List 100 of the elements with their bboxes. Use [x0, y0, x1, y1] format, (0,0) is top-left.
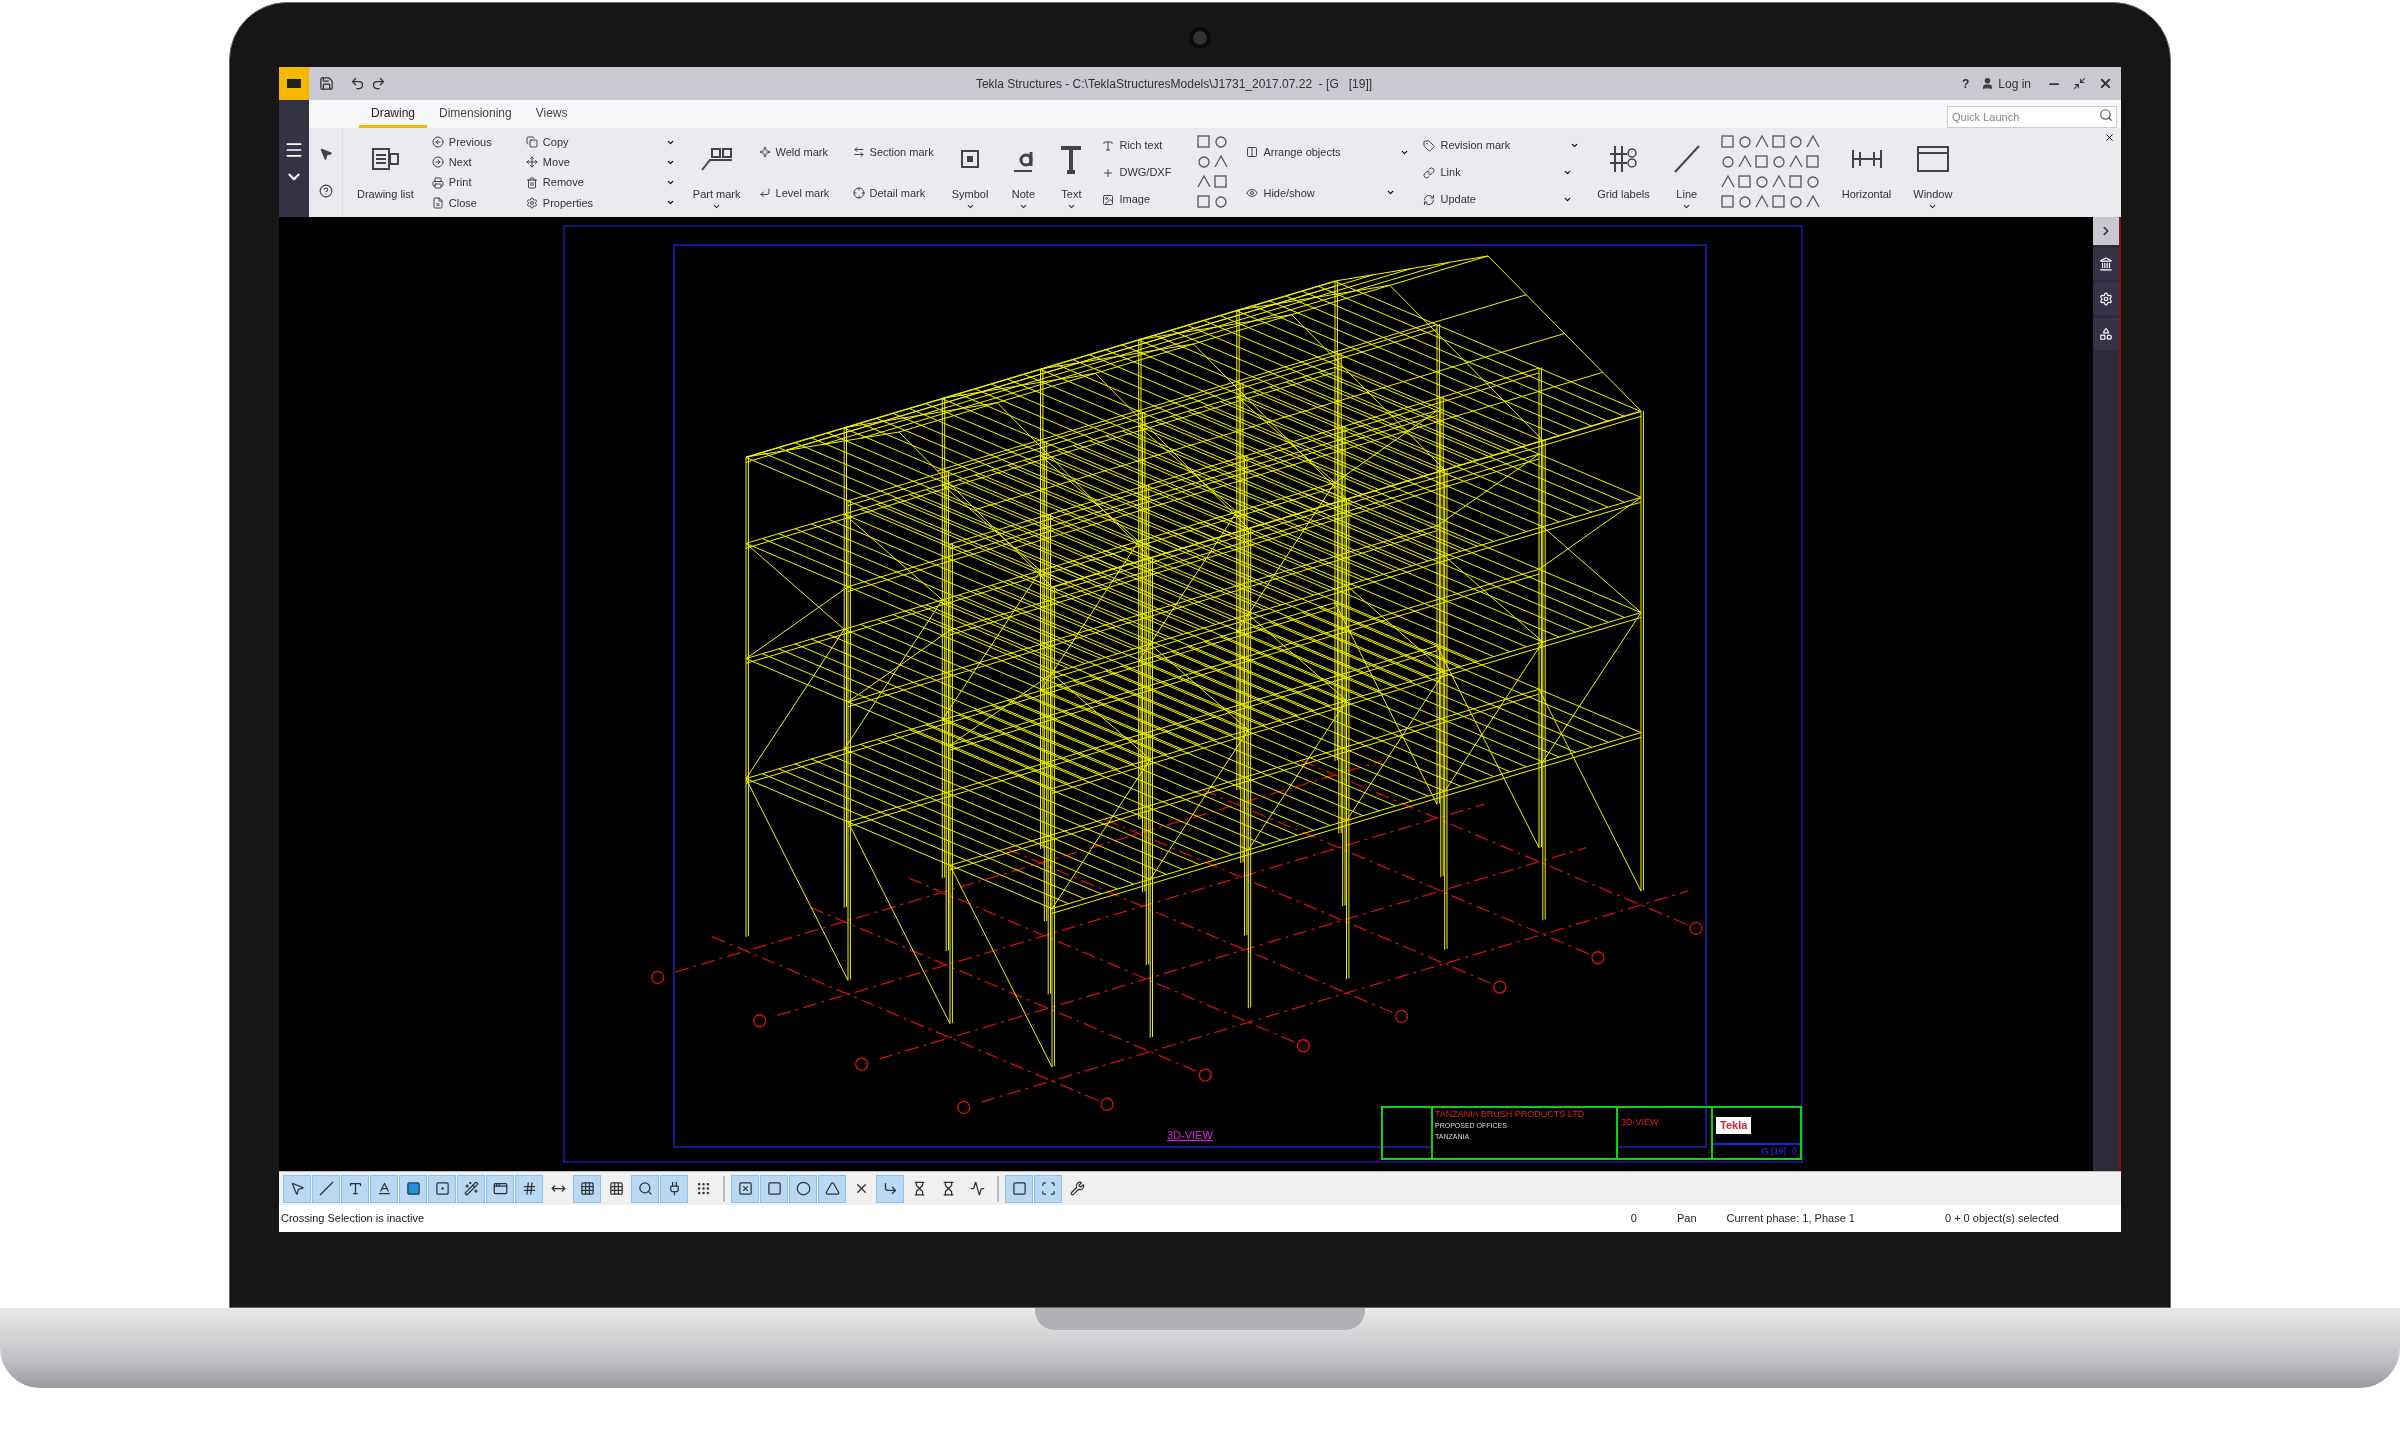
toolbar-button[interactable] — [486, 1174, 514, 1203]
help-icon[interactable] — [318, 183, 333, 198]
ribbon-button[interactable]: Note — [1006, 132, 1041, 213]
menu-icon[interactable] — [284, 140, 304, 160]
toolbar-button[interactable] — [573, 1174, 601, 1203]
toolbar-button[interactable] — [818, 1174, 846, 1203]
refresh-icon — [1423, 193, 1436, 206]
ribbon-item[interactable]: Detail mark — [852, 184, 933, 201]
ribbon-button[interactable]: Grid labels — [1593, 132, 1654, 213]
underline-icon — [376, 1181, 392, 1196]
panel-button[interactable] — [2093, 318, 2119, 350]
caret-icon[interactable] — [1570, 141, 1580, 150]
ribbon-item[interactable]: DWG/DXF — [1102, 164, 1183, 181]
previous-icon — [431, 136, 444, 149]
crossed-box-icon — [737, 1181, 753, 1196]
panel-button[interactable] — [2093, 248, 2119, 280]
ribbon-item[interactable]: Revision mark — [1423, 137, 1511, 154]
level-icon — [758, 186, 771, 199]
ribbon-item[interactable]: Print — [431, 174, 512, 191]
toolbar-button[interactable] — [283, 1174, 311, 1203]
ribbon-item[interactable]: Close — [431, 194, 512, 212]
save-icon[interactable] — [319, 76, 334, 91]
quick-launch-field[interactable]: Quick Launch — [1947, 106, 2117, 128]
toolbar-button[interactable] — [457, 1174, 485, 1203]
pointer-icon[interactable] — [318, 147, 333, 162]
status-message: Crossing Selection is inactive — [281, 1211, 425, 1227]
columns-icon — [1246, 146, 1259, 159]
tool-icon — [1069, 1181, 1085, 1196]
toolbar-button[interactable] — [660, 1174, 688, 1203]
toolbar-button[interactable] — [341, 1174, 369, 1203]
ribbon-item[interactable]: Move — [525, 154, 606, 171]
pointer-icon — [289, 1181, 305, 1196]
shapes-icon — [2099, 327, 2113, 341]
plus-icon — [1102, 166, 1115, 179]
ribbon-item[interactable]: Link — [1423, 164, 1504, 181]
help-button[interactable]: ? — [1961, 74, 1970, 93]
app-logo-icon[interactable] — [279, 67, 309, 100]
triangle-icon — [824, 1181, 840, 1196]
ribbon-button[interactable]: Symbol — [947, 132, 993, 213]
ribbon-tab[interactable]: Views — [523, 104, 580, 128]
wand-icon — [463, 1181, 479, 1196]
tag-icon — [1423, 139, 1436, 152]
toolbar-button[interactable] — [760, 1174, 788, 1203]
ribbon-button[interactable]: Part mark — [688, 132, 745, 213]
image-icon — [1102, 193, 1115, 206]
move-icon — [525, 156, 538, 169]
part-mark-icon — [699, 145, 734, 172]
caret-icon[interactable] — [1563, 195, 1573, 204]
status-mode: Pan — [1676, 1211, 1697, 1227]
ribbon-item[interactable]: Remove — [525, 174, 606, 191]
section-icon — [852, 146, 865, 159]
sheet-number: G [19] — [1761, 1144, 1786, 1158]
toolbar-button[interactable] — [631, 1174, 659, 1203]
ribbon-item[interactable]: Copy — [525, 133, 606, 151]
ribbon-item[interactable]: Weld mark — [758, 144, 839, 161]
ribbon-button[interactable]: Drawing list — [353, 132, 418, 213]
ribbon-item[interactable]: Update — [1423, 191, 1504, 208]
text-icon — [347, 1181, 363, 1196]
ribbon-item[interactable]: Level mark — [758, 184, 839, 201]
circle-icon — [795, 1181, 811, 1196]
toolbar-button[interactable] — [876, 1174, 904, 1203]
ribbon-button[interactable]: Horizontal — [1837, 132, 1896, 213]
ribbon-item[interactable]: Rich text — [1102, 137, 1183, 154]
ribbon-button[interactable]: Text — [1054, 132, 1089, 213]
toolbar-button[interactable] — [731, 1174, 759, 1203]
view-label: 3D-VIEW — [1167, 1128, 1213, 1143]
status-count: 0 — [1630, 1211, 1637, 1227]
link-icon — [1423, 166, 1436, 179]
checker-icon — [695, 1181, 711, 1196]
redo-icon[interactable] — [371, 76, 386, 91]
ribbon-tab[interactable]: Dimensioning — [427, 104, 524, 128]
ribbon-item[interactable]: Section mark — [852, 144, 934, 161]
restore-icon[interactable] — [2073, 77, 2086, 90]
undo-icon[interactable] — [350, 76, 365, 91]
close-icon[interactable] — [2104, 132, 2115, 143]
corner-icon — [882, 1181, 898, 1196]
line-tool-icon — [1671, 143, 1702, 174]
caret-icon[interactable] — [1563, 168, 1573, 177]
ribbon-item[interactable]: Previous — [431, 133, 512, 151]
toolbar-button[interactable] — [428, 1174, 456, 1203]
toolbar-button[interactable] — [515, 1174, 543, 1203]
ribbon-item[interactable]: Hide/show — [1246, 184, 1327, 201]
panel-button[interactable] — [2093, 283, 2119, 315]
toolbar-button[interactable] — [399, 1174, 427, 1203]
company-name: TANZANIA BRUSH PRODUCTS LTD — [1435, 1108, 1586, 1120]
toolbar-button[interactable] — [789, 1174, 817, 1203]
view-name: 3D-VIEW — [1621, 1117, 1659, 1127]
ribbon-button[interactable]: Line — [1667, 132, 1706, 213]
login-button[interactable]: Log in — [1981, 74, 2031, 93]
ribbon-item[interactable]: Image — [1102, 191, 1183, 208]
line-icon — [318, 1181, 334, 1196]
toolbar-button[interactable] — [1005, 1174, 1033, 1203]
next-icon — [431, 156, 444, 169]
ribbon-item[interactable]: Next — [431, 154, 512, 171]
ribbon-item[interactable]: Properties — [525, 194, 606, 212]
ribbon-item[interactable]: Arrange objects — [1246, 144, 1341, 161]
text-icon — [1102, 139, 1115, 152]
ribbon-button[interactable]: Window — [1909, 132, 1957, 213]
toolbar-button[interactable] — [370, 1174, 398, 1203]
close-icon[interactable] — [2098, 76, 2113, 91]
